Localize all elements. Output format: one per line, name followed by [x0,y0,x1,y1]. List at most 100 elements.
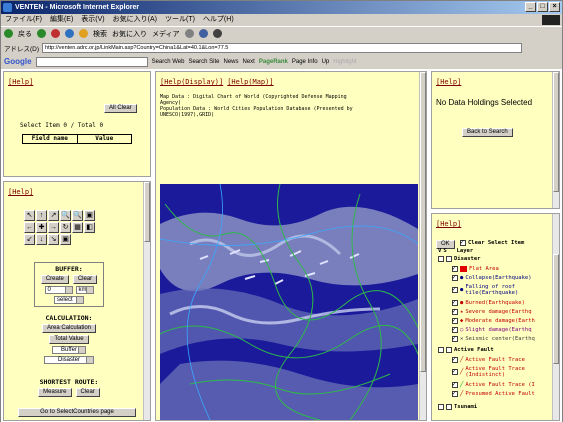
zoom-in-icon[interactable]: 🔍 [60,210,71,221]
zoom-out-icon[interactable]: 🔍 [72,210,83,221]
layers-scrollbar[interactable] [552,214,559,420]
create-button[interactable]: Create [40,275,69,284]
layer-checkbox[interactable] [452,334,458,342]
layer-checkbox[interactable] [452,316,458,324]
address-input[interactable]: http://venten.adrc.or.jp/LinkMain.asp?Co… [42,42,523,53]
holdings-scrollbar[interactable] [552,72,559,208]
tsunami-select-checkbox[interactable] [446,404,452,410]
menu-edit[interactable]: 編集(E) [50,14,73,26]
favorites-label[interactable]: お気に入り [112,29,147,39]
pan-w-icon[interactable]: ← [24,222,35,233]
google-logo[interactable]: Google [4,57,32,66]
layer-row-fault-trace-i[interactable]: ╱ Active Fault Trace (I [452,380,535,388]
highlight-button[interactable]: Highlight [333,59,356,65]
pan-ne-icon[interactable]: ↗ [48,210,59,221]
google-search-input[interactable] [35,56,148,67]
total-value-button[interactable]: Total Value [49,335,89,344]
measure-button[interactable]: Measure [38,388,72,397]
buffer-clear-button[interactable]: Clear [72,275,98,284]
select-icon[interactable]: ◧ [84,222,95,233]
refresh-map-icon[interactable]: ↻ [60,222,71,233]
layer-checkbox[interactable] [452,307,458,315]
layer-checkbox[interactable] [452,367,458,375]
layer-row-slight[interactable]: ○ Slight damage(Earthq [452,325,532,333]
help-display-link[interactable]: [Help(Display)] [160,78,223,86]
forward-icon[interactable] [37,29,46,38]
all-clear-button[interactable]: All Clear [104,104,137,113]
full-extent-icon[interactable]: ▣ [60,234,71,245]
back-icon[interactable] [4,29,13,38]
up-button[interactable]: Up [322,59,330,65]
search-label[interactable]: 検索 [93,29,107,39]
fault-select-checkbox[interactable] [446,347,452,353]
area-calculation-button[interactable]: Area Calculation [41,324,97,333]
pan-nw-icon[interactable]: ↖ [24,210,35,221]
fault-visible-checkbox[interactable] [438,347,444,353]
layer-row-roof-tile[interactable]: ● Falling of roof tile(Earthquake) [452,284,543,296]
disaster-select-checkbox[interactable] [446,256,452,262]
print-icon[interactable] [212,29,222,38]
help-link-tools[interactable]: [Help] [8,188,33,196]
help-link-layers[interactable]: [Help] [436,220,461,228]
stop-icon[interactable] [51,29,60,38]
pan-e-icon[interactable]: → [48,222,59,233]
layer-checkbox[interactable] [452,264,458,272]
layer-row-moderate[interactable]: ◆ Moderate damage(Earth [452,316,535,324]
buffer-layer-select[interactable]: select [54,296,84,304]
help-link[interactable]: [Help] [8,78,33,86]
zoom-box-icon[interactable]: ▣ [84,210,95,221]
center-icon[interactable]: ✚ [36,222,47,233]
minimize-button[interactable]: _ [525,2,536,12]
mail-icon[interactable] [198,29,208,38]
layer-checkbox[interactable] [452,285,458,293]
calc-target-select[interactable]: Buffer [52,346,86,354]
layer-row-fault-trace[interactable]: ╱ Active Fault Trace [452,355,525,363]
media-label[interactable]: メディア [152,29,180,39]
layer-row-fault-indistinct[interactable]: ╱ Active Fault Trace (Indistinct) [452,366,543,378]
tsunami-visible-checkbox[interactable] [438,404,444,410]
layer-icon[interactable]: ▦ [72,222,83,233]
map-scrollbar[interactable] [419,72,426,420]
layer-row-collapse[interactable]: ● Collapse(Earthquake) [452,273,532,281]
clear-select-checkbox[interactable] [460,238,466,246]
buffer-unit-select[interactable]: km [75,286,94,294]
pan-sw-icon[interactable]: ↙ [24,234,35,245]
goto-select-countries-button[interactable]: Go to SelectCountries page [18,408,136,417]
page-info-button[interactable]: Page Info [292,59,318,65]
home-icon[interactable] [79,29,88,38]
layer-row-flat-area[interactable]: Flat Area [452,264,499,272]
layer-checkbox[interactable] [452,389,458,397]
calc-layer-select[interactable]: Disaster [44,356,94,364]
layer-checkbox[interactable] [452,298,458,306]
menu-view[interactable]: 表示(V) [81,14,104,26]
refresh-icon[interactable] [65,29,74,38]
tools-scrollbar[interactable] [143,182,150,420]
map-image[interactable] [160,184,418,420]
search-site-button[interactable]: Search Site [188,59,219,65]
history-icon[interactable] [184,29,194,38]
help-link-holdings[interactable]: [Help] [436,78,461,86]
layer-checkbox[interactable] [452,380,458,388]
layer-row-burned[interactable]: ● Burned(Earthquake) [452,298,525,306]
menu-file[interactable]: ファイル(F) [5,14,42,26]
next-button[interactable]: Next [243,59,255,65]
help-map-link[interactable]: [Help(Map)] [227,78,273,86]
close-button[interactable]: × [549,2,560,12]
back-label[interactable]: 戻る [18,29,32,39]
search-web-button[interactable]: Search Web [152,59,185,65]
pan-s-icon[interactable]: ↓ [36,234,47,245]
layer-checkbox[interactable] [452,325,458,333]
layer-row-presumed-fault[interactable]: ╱ Presumed Active Fault [452,389,535,397]
layer-row-severe[interactable]: ★ Severe damage(Earthq [452,307,532,315]
layer-checkbox[interactable] [452,355,458,363]
news-button[interactable]: News [224,59,239,65]
clear-select-item-row[interactable]: Clear Select Item [460,238,524,246]
buffer-distance-input[interactable]: 0 [44,286,73,294]
layer-checkbox[interactable] [452,273,458,281]
pan-n-icon[interactable]: ↑ [36,210,47,221]
back-to-search-button[interactable]: Back to Search [462,128,513,137]
layer-row-seismic[interactable]: ✕ Seismic center(Earthq [452,334,535,342]
pan-se-icon[interactable]: ↘ [48,234,59,245]
menu-help[interactable]: ヘルプ(H) [203,14,234,26]
disaster-visible-checkbox[interactable] [438,256,444,262]
